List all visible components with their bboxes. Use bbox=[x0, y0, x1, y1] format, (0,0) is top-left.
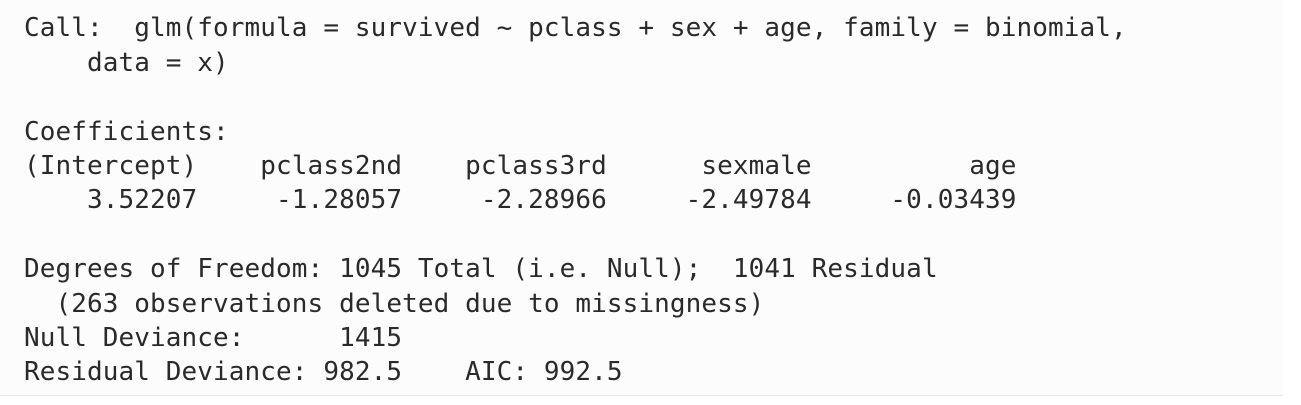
degrees-of-freedom-line: Degrees of Freedom: 1045 Total (i.e. Nul… bbox=[24, 254, 938, 284]
coefficients-names-row: (Intercept) pclass2nd pclass3rd sexmale … bbox=[24, 151, 1017, 181]
null-deviance-line: Null Deviance: 1415 bbox=[24, 323, 403, 353]
console-output: Call: glm(formula = survived ~ pclass + … bbox=[0, 0, 1283, 396]
missingness-note: (263 observations deleted due to missing… bbox=[24, 289, 765, 319]
call-line: Call: glm(formula = survived ~ pclass + … bbox=[24, 13, 1127, 43]
residual-deviance-line: Residual Deviance: 982.5 AIC: 992.5 bbox=[24, 357, 623, 387]
coefficients-header: Coefficients: bbox=[24, 117, 229, 147]
coefficients-values-row: 3.52207 -1.28057 -2.28966 -2.49784 -0.03… bbox=[24, 185, 1017, 215]
call-line-continued: data = x) bbox=[24, 48, 229, 78]
